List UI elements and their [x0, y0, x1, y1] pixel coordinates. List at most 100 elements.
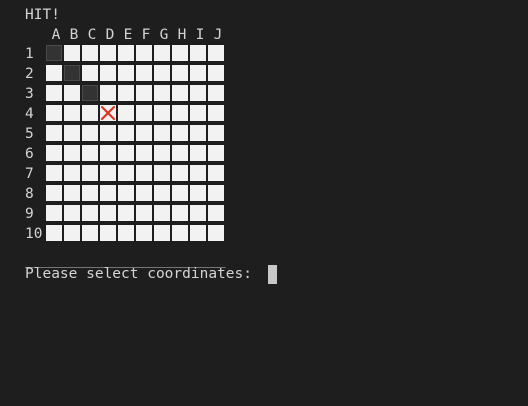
board-cell-c3[interactable]: [82, 85, 98, 101]
board-cell-a2[interactable]: [46, 65, 62, 81]
board-cell-h3[interactable]: [172, 85, 188, 101]
board-cell-f8[interactable]: [136, 185, 152, 201]
board-cell-g9[interactable]: [154, 205, 170, 221]
board-cell-f6[interactable]: [136, 145, 152, 161]
board-cell-c6[interactable]: [82, 145, 98, 161]
board-cell-a4[interactable]: [46, 105, 62, 121]
board-cell-j9[interactable]: [208, 205, 224, 221]
board-cell-h8[interactable]: [172, 185, 188, 201]
board-cell-e3[interactable]: [118, 85, 134, 101]
text-cursor[interactable]: [268, 265, 277, 284]
board-cell-d6[interactable]: [100, 145, 116, 161]
board-cell-g2[interactable]: [154, 65, 170, 81]
board-cell-g5[interactable]: [154, 125, 170, 141]
board-cell-b9[interactable]: [64, 205, 80, 221]
board-cell-e10[interactable]: [118, 225, 134, 241]
board-cell-b4[interactable]: [64, 105, 80, 121]
board-cell-d4[interactable]: [100, 105, 116, 121]
board-cell-h7[interactable]: [172, 165, 188, 181]
board-cell-e8[interactable]: [118, 185, 134, 201]
board-cell-d1[interactable]: [100, 45, 116, 61]
board-cell-g1[interactable]: [154, 45, 170, 61]
board-cell-f2[interactable]: [136, 65, 152, 81]
board-cell-b3[interactable]: [64, 85, 80, 101]
board-cell-d8[interactable]: [100, 185, 116, 201]
board-cell-e7[interactable]: [118, 165, 134, 181]
board-cell-i6[interactable]: [190, 145, 206, 161]
board-cell-b7[interactable]: [64, 165, 80, 181]
board-cell-f9[interactable]: [136, 205, 152, 221]
board-cell-j8[interactable]: [208, 185, 224, 201]
board-cell-h2[interactable]: [172, 65, 188, 81]
board-cell-a10[interactable]: [46, 225, 62, 241]
board-cell-j2[interactable]: [208, 65, 224, 81]
board-cell-i4[interactable]: [190, 105, 206, 121]
board-cell-a5[interactable]: [46, 125, 62, 141]
board-cell-i2[interactable]: [190, 65, 206, 81]
board-cell-h5[interactable]: [172, 125, 188, 141]
board-cell-b1[interactable]: [64, 45, 80, 61]
board-cell-d5[interactable]: [100, 125, 116, 141]
board-cell-g7[interactable]: [154, 165, 170, 181]
board-cell-d9[interactable]: [100, 205, 116, 221]
board-cell-i10[interactable]: [190, 225, 206, 241]
board-cell-c4[interactable]: [82, 105, 98, 121]
board-cell-c10[interactable]: [82, 225, 98, 241]
board-cell-d7[interactable]: [100, 165, 116, 181]
board-cell-a7[interactable]: [46, 165, 62, 181]
board-cell-a6[interactable]: [46, 145, 62, 161]
board-cell-d10[interactable]: [100, 225, 116, 241]
board-cell-i3[interactable]: [190, 85, 206, 101]
board-cell-a1[interactable]: [46, 45, 62, 61]
board-cell-c9[interactable]: [82, 205, 98, 221]
board-cell-f1[interactable]: [136, 45, 152, 61]
board-cell-a8[interactable]: [46, 185, 62, 201]
board-cell-j4[interactable]: [208, 105, 224, 121]
board-cell-f4[interactable]: [136, 105, 152, 121]
board-cell-j6[interactable]: [208, 145, 224, 161]
board-cell-a3[interactable]: [46, 85, 62, 101]
board-cell-b2[interactable]: [64, 65, 80, 81]
board-cell-c8[interactable]: [82, 185, 98, 201]
board-cell-h6[interactable]: [172, 145, 188, 161]
game-board[interactable]: [46, 45, 224, 241]
board-cell-f3[interactable]: [136, 85, 152, 101]
board-cell-f10[interactable]: [136, 225, 152, 241]
board-cell-f7[interactable]: [136, 165, 152, 181]
board-cell-c7[interactable]: [82, 165, 98, 181]
board-cell-j3[interactable]: [208, 85, 224, 101]
board-cell-e6[interactable]: [118, 145, 134, 161]
board-cell-e4[interactable]: [118, 105, 134, 121]
board-cell-i5[interactable]: [190, 125, 206, 141]
board-cell-j7[interactable]: [208, 165, 224, 181]
board-cell-i8[interactable]: [190, 185, 206, 201]
board-cell-d2[interactable]: [100, 65, 116, 81]
board-cell-g3[interactable]: [154, 85, 170, 101]
board-cell-e2[interactable]: [118, 65, 134, 81]
board-cell-c2[interactable]: [82, 65, 98, 81]
board-cell-b10[interactable]: [64, 225, 80, 241]
board-cell-j1[interactable]: [208, 45, 224, 61]
board-cell-g4[interactable]: [154, 105, 170, 121]
board-cell-a9[interactable]: [46, 205, 62, 221]
board-cell-h1[interactable]: [172, 45, 188, 61]
board-cell-i1[interactable]: [190, 45, 206, 61]
board-cell-g6[interactable]: [154, 145, 170, 161]
board-cell-b6[interactable]: [64, 145, 80, 161]
board-cell-e1[interactable]: [118, 45, 134, 61]
board-cell-j10[interactable]: [208, 225, 224, 241]
board-cell-b5[interactable]: [64, 125, 80, 141]
board-cell-i9[interactable]: [190, 205, 206, 221]
board-cell-h4[interactable]: [172, 105, 188, 121]
board-cell-i7[interactable]: [190, 165, 206, 181]
board-cell-b8[interactable]: [64, 185, 80, 201]
board-cell-h9[interactable]: [172, 205, 188, 221]
board-cell-g10[interactable]: [154, 225, 170, 241]
board-cell-j5[interactable]: [208, 125, 224, 141]
board-cell-c1[interactable]: [82, 45, 98, 61]
board-cell-h10[interactable]: [172, 225, 188, 241]
board-cell-e5[interactable]: [118, 125, 134, 141]
board-cell-f5[interactable]: [136, 125, 152, 141]
board-cell-d3[interactable]: [100, 85, 116, 101]
board-cell-g8[interactable]: [154, 185, 170, 201]
